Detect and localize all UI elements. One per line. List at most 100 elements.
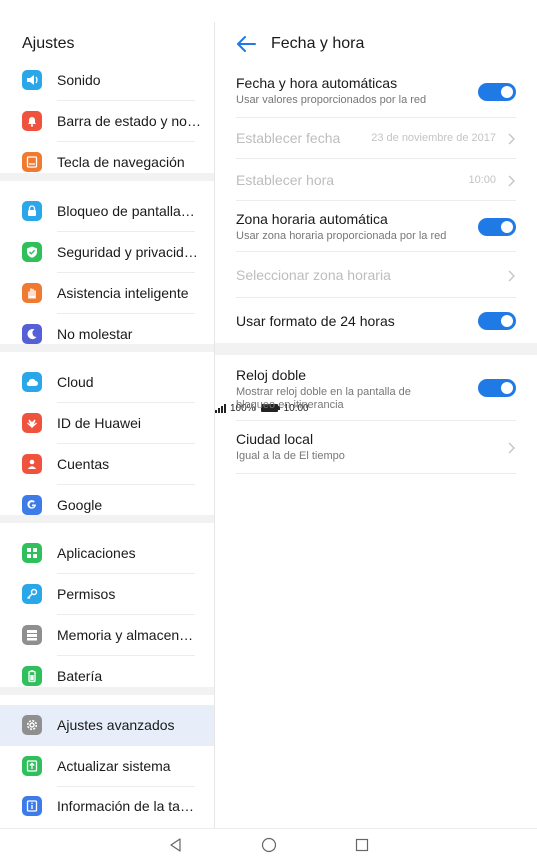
set-time-row[interactable]: Establecer hora 10:00	[236, 172, 516, 192]
back-arrow-icon[interactable]	[235, 34, 257, 54]
divider	[236, 158, 516, 159]
sidebar-item-no-molestar[interactable]: No molestar	[0, 314, 214, 355]
moon-icon	[22, 324, 42, 344]
auto-datetime-row[interactable]: Fecha y hora automáticas Usar valores pr…	[236, 75, 516, 111]
sidebar-item-memoria-y-almacen[interactable]: Memoria y almacen…	[0, 615, 214, 656]
sidebar-item-label: Barra de estado y no…	[57, 113, 201, 129]
sidebar-item-asistencia-inteligente[interactable]: Asistencia inteligente	[0, 273, 214, 314]
chevron-right-icon	[508, 442, 515, 454]
sidebar-item-seguridad-y-privacid[interactable]: Seguridad y privacid…	[0, 232, 214, 273]
sidebar-item-bateria[interactable]: Batería	[0, 656, 214, 697]
sidebar-item-label: Aplicaciones	[57, 545, 136, 561]
back-triangle-icon[interactable]	[168, 837, 184, 853]
sidebar-title: Ajustes	[22, 35, 75, 52]
sidebar-item-label: Sonido	[57, 72, 101, 88]
sidebar-item-barra-de-estado-y-no[interactable]: Barra de estado y no…	[0, 101, 214, 142]
sidebar-item-label: No molestar	[57, 326, 133, 342]
sidebar-item-label: Tecla de navegación	[57, 154, 185, 170]
speaker-icon	[22, 70, 42, 90]
chevron-right-icon	[508, 175, 515, 187]
auto-datetime-toggle[interactable]	[478, 83, 516, 101]
select-timezone-title: Seleccionar zona horaria	[236, 267, 391, 283]
format-24h-title: Usar formato de 24 horas	[236, 313, 395, 329]
lock-icon	[22, 201, 42, 221]
chevron-right-icon	[508, 133, 515, 145]
auto-datetime-subtitle: Usar valores proporcionados por la red	[236, 94, 427, 106]
home-city-row[interactable]: Ciudad local Igual a la de El tiempo	[236, 431, 516, 467]
sidebar-item-label: Asistencia inteligente	[57, 285, 189, 301]
set-time-value: 10:00	[468, 174, 496, 186]
shield-icon	[22, 242, 42, 262]
divider	[236, 251, 516, 252]
sidebar-item-cuentas[interactable]: Cuentas	[0, 444, 214, 485]
settings-sidebar: Ajustes Sonido Barra de estado y no… Tecla…	[0, 22, 214, 828]
navigation-key-icon	[22, 152, 42, 172]
sidebar-item-permisos[interactable]: Permisos	[0, 574, 214, 615]
divider	[236, 200, 516, 201]
sidebar-item-actualizar-sistema[interactable]: Actualizar sistema	[0, 746, 214, 787]
sidebar-item-aplicaciones[interactable]: Aplicaciones	[0, 533, 214, 574]
sidebar-item-label: Batería	[57, 668, 103, 684]
page-title: Fecha y hora	[271, 35, 365, 52]
sidebar-item-label: Actualizar sistema	[57, 758, 171, 774]
recents-square-icon[interactable]	[354, 837, 370, 853]
cloud-icon	[22, 372, 42, 392]
home-city-title: Ciudad local	[236, 431, 314, 447]
set-date-value: 23 de noviembre de 2017	[371, 132, 496, 144]
hand-icon	[22, 283, 42, 303]
sidebar-item-label: Ajustes avanzados	[57, 717, 175, 733]
auto-timezone-subtitle: Usar zona horaria proporcionada por la r…	[236, 230, 447, 242]
sidebar-item-label: Cuentas	[57, 456, 110, 472]
sidebar-item-label: Google	[57, 497, 103, 513]
update-icon	[22, 756, 42, 776]
bell-icon	[22, 111, 42, 131]
date-time-panel: Fecha y hora Fecha y hora automáticas Us…	[215, 22, 537, 828]
sidebar-item-label: Cloud	[57, 374, 94, 390]
sidebar-item-informacion-de-la-ta[interactable]: Información de la ta…	[0, 786, 214, 827]
auto-datetime-title: Fecha y hora automáticas	[236, 75, 398, 91]
sidebar-item-label: Seguridad y privacid…	[57, 244, 198, 260]
sidebar-item-bloqueo-de-pantalla[interactable]: Bloqueo de pantalla…	[0, 191, 214, 232]
home-circle-icon[interactable]	[261, 837, 277, 853]
status-bar: 100% 10:00	[0, 0, 537, 414]
info-icon	[22, 796, 42, 816]
set-date-row[interactable]: Establecer fecha 23 de noviembre de 2017	[236, 130, 516, 150]
battery-icon	[22, 666, 42, 686]
dual-clock-title: Reloj doble	[236, 367, 307, 383]
sidebar-item-label: ID de Huawei	[57, 415, 142, 431]
sidebar-item-id-de-huawei[interactable]: ID de Huawei	[0, 403, 214, 444]
home-city-subtitle: Igual a la de El tiempo	[236, 450, 345, 462]
auto-timezone-toggle[interactable]	[478, 218, 516, 236]
navigation-bar	[0, 828, 537, 860]
auto-timezone-row[interactable]: Zona horaria automática Usar zona horari…	[236, 211, 516, 247]
divider	[236, 420, 516, 421]
dual-clock-toggle[interactable]	[478, 379, 516, 397]
sidebar-item-label: Bloqueo de pantalla…	[57, 203, 195, 219]
sidebar-item-label: Memoria y almacen…	[57, 627, 194, 643]
divider	[236, 117, 516, 118]
auto-timezone-title: Zona horaria automática	[236, 211, 388, 227]
google-icon	[22, 495, 42, 515]
dual-clock-row[interactable]: Reloj doble Mostrar reloj doble en la pa…	[236, 367, 516, 413]
gear-icon	[22, 715, 42, 735]
chevron-right-icon	[508, 270, 515, 282]
sidebar-item-cloud[interactable]: Cloud	[0, 362, 214, 403]
dual-clock-subtitle: Mostrar reloj doble en la pantalla de bl…	[236, 386, 411, 411]
sidebar-item-label: Información de la ta…	[57, 798, 194, 814]
format-24h-row[interactable]: Usar formato de 24 horas	[236, 312, 516, 333]
sidebar-item-tecla-de-navegacion[interactable]: Tecla de navegación	[0, 142, 214, 183]
divider	[236, 473, 516, 474]
person-icon	[22, 454, 42, 474]
storage-icon	[22, 625, 42, 645]
sidebar-item-google[interactable]: Google	[0, 485, 214, 526]
section-gap	[215, 343, 537, 355]
huawei-icon	[22, 413, 42, 433]
format-24h-toggle[interactable]	[478, 312, 516, 330]
sidebar-item-ajustes-avanzados[interactable]: Ajustes avanzados	[0, 705, 214, 746]
apps-grid-icon	[22, 543, 42, 563]
sidebar-item-sonido[interactable]: Sonido	[0, 60, 214, 101]
key-icon	[22, 584, 42, 604]
divider	[236, 297, 516, 298]
sidebar-item-label: Permisos	[57, 586, 116, 602]
select-timezone-row[interactable]: Seleccionar zona horaria	[236, 267, 516, 287]
